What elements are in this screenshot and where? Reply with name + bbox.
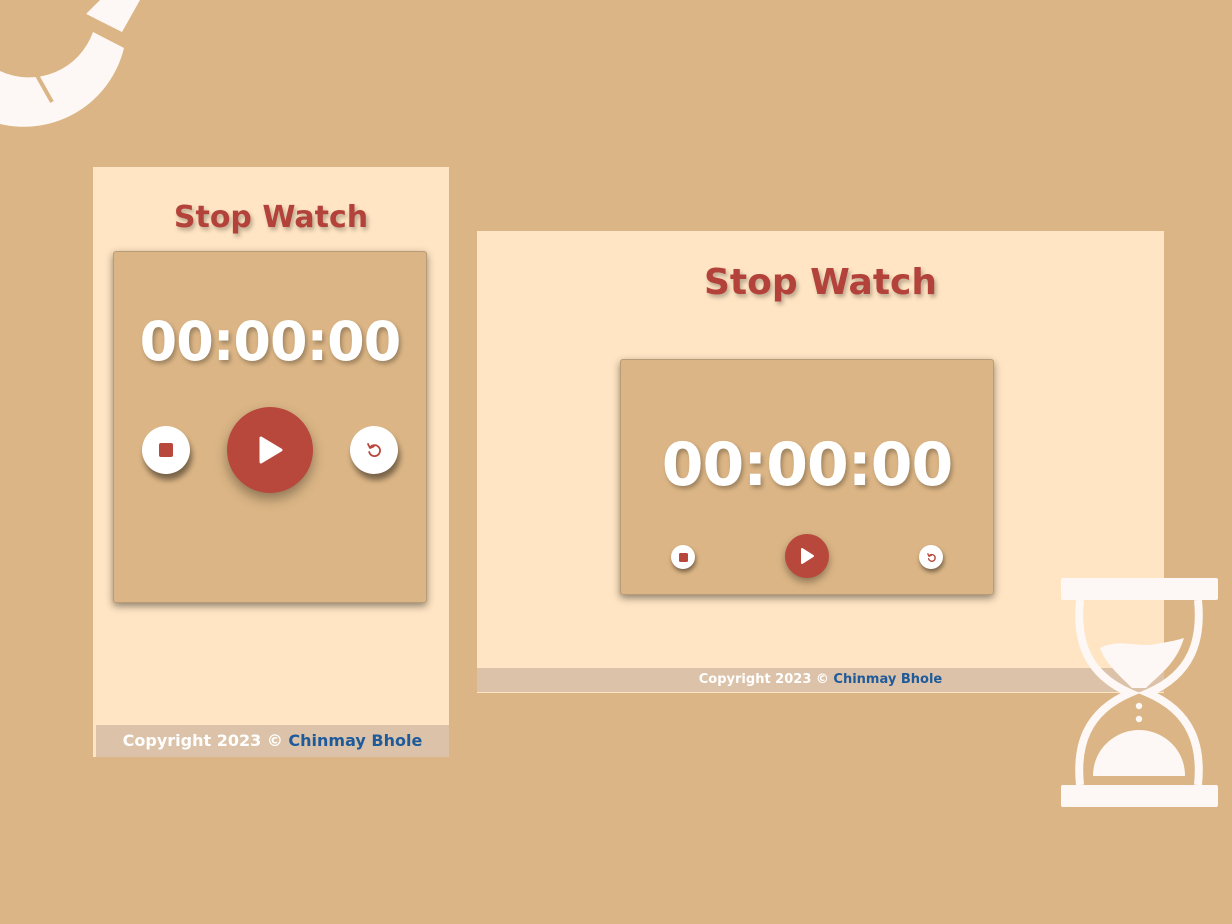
reset-button[interactable] (350, 426, 398, 474)
reset-icon (926, 552, 936, 562)
footer: Copyright 2023 © Chinmay Bhole (96, 725, 449, 757)
play-icon (801, 548, 814, 564)
mobile-preview: Stop Watch 00:00:00 Copyright 2023 © Chi… (93, 167, 449, 757)
hourglass-icon (1061, 578, 1218, 807)
play-button[interactable] (227, 407, 313, 493)
time-display: 00:00:00 (661, 430, 953, 500)
reset-icon (367, 443, 381, 458)
play-button[interactable] (785, 534, 829, 578)
copyright-text: Copyright 2023 © (122, 731, 289, 750)
time-display: 00:00:00 (139, 310, 402, 373)
stop-button[interactable] (671, 545, 695, 569)
ring-decoration-icon (0, 0, 140, 127)
stop-icon (159, 443, 173, 457)
stop-button[interactable] (142, 426, 190, 474)
reset-button[interactable] (919, 545, 943, 569)
author-link[interactable]: Chinmay Bhole (833, 672, 942, 687)
play-icon (259, 436, 283, 464)
stopwatch-card: 00:00:00 (113, 251, 427, 603)
page-title: Stop Watch (703, 262, 938, 303)
page-title: Stop Watch (173, 200, 369, 235)
copyright-text: Copyright 2023 © (698, 672, 834, 687)
author-link[interactable]: Chinmay Bhole (288, 731, 422, 750)
stopwatch-card: 00:00:00 (620, 359, 994, 595)
stop-icon (678, 552, 688, 562)
